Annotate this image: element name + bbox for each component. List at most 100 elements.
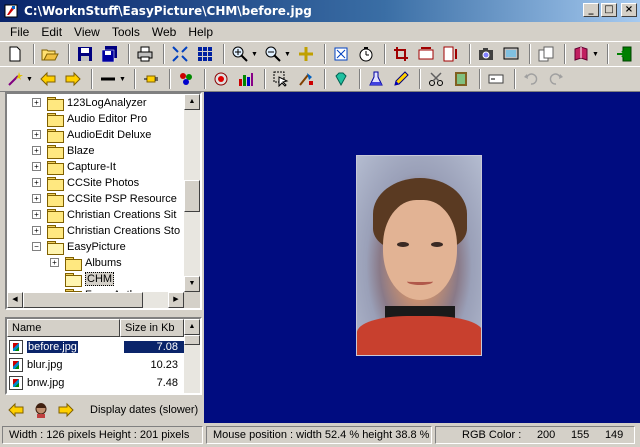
close-button[interactable]: × [621, 3, 637, 17]
help-book-icon[interactable] [570, 43, 592, 65]
copy-icon[interactable] [535, 43, 557, 65]
line-width-dropdown-icon[interactable]: ▼ [119, 76, 127, 83]
scroll-down-icon[interactable]: ▼ [184, 276, 200, 292]
folder-tree[interactable]: +123LogAnalyzer Audio Editor Pro + AudioEdi… [5, 92, 202, 310]
file-row[interactable]: bnw.jpg 7.48 [7, 374, 184, 391]
menu-view[interactable]: View [68, 25, 106, 39]
expand-icon[interactable]: + [32, 146, 41, 155]
file-row[interactable]: blur.jpg 10.23 [7, 356, 184, 373]
app-icon[interactable] [4, 4, 18, 18]
tree-item[interactable]: + CCSite PSP Resource [32, 191, 177, 207]
tree-item[interactable]: CHM [65, 271, 115, 287]
display-dates-toggle[interactable]: Display dates (slower) [90, 404, 198, 416]
scroll-up-icon[interactable]: ▲ [184, 94, 200, 110]
expand-icon[interactable]: + [32, 130, 41, 139]
file-list-scrollbar[interactable]: ▲ [184, 319, 200, 393]
menu-file[interactable]: File [4, 25, 35, 39]
wand-dropdown-icon[interactable]: ▼ [26, 76, 34, 83]
scroll-thumb[interactable] [23, 292, 143, 308]
tree-item[interactable]: + Blaze [32, 143, 95, 159]
tree-horizontal-scrollbar[interactable]: ◀ ▶ [7, 292, 184, 308]
tree-item[interactable]: + Christian Creations Sto [32, 223, 180, 239]
scissors-icon[interactable] [425, 68, 447, 90]
tree-item[interactable]: +123LogAnalyzer [32, 95, 147, 111]
effects-icon[interactable] [175, 68, 197, 90]
tree-vertical-scrollbar[interactable]: ▲ ▼ [184, 94, 200, 292]
zoom-out-dropdown-icon[interactable]: ▼ [284, 51, 292, 58]
zoom-out-icon[interactable] [262, 43, 284, 65]
open-folder-icon[interactable] [39, 43, 61, 65]
menu-web[interactable]: Web [146, 25, 182, 39]
save-all-icon[interactable] [99, 43, 121, 65]
resize-height-icon[interactable] [440, 43, 462, 65]
tree-item[interactable]: + Christian Creations Sit [32, 207, 176, 223]
file-list[interactable]: Name Size in Kb before.jpg 7.08 blur.jpg… [5, 317, 202, 395]
print-icon[interactable] [134, 43, 156, 65]
help-dropdown-icon[interactable]: ▼ [592, 51, 600, 58]
tree-item[interactable]: Audio Editor Pro [47, 111, 147, 127]
expand-icon[interactable]: + [32, 194, 41, 203]
menu-help[interactable]: Help [182, 25, 219, 39]
plug-icon[interactable] [140, 68, 162, 90]
zoom-in-icon[interactable] [229, 43, 251, 65]
next-arrow-icon[interactable] [55, 399, 77, 421]
column-name-header[interactable]: Name [7, 319, 120, 337]
tree-item-label: EasyPicture [67, 241, 126, 253]
tree-item[interactable]: + Albums [50, 255, 122, 271]
previous-arrow-icon[interactable] [5, 399, 27, 421]
new-file-icon[interactable] [4, 43, 26, 65]
slideshow-timer-icon[interactable] [355, 43, 377, 65]
tree-item[interactable]: + AudioEdit Deluxe [32, 127, 151, 143]
select-arrow-icon[interactable] [270, 68, 292, 90]
tree-item[interactable]: + Capture-It [32, 159, 116, 175]
file-row[interactable]: before.jpg 7.08 [7, 338, 184, 355]
thumbnails-grid-icon[interactable] [194, 43, 216, 65]
pencil-icon[interactable] [390, 68, 412, 90]
expand-icon[interactable]: + [32, 98, 41, 107]
undo-icon[interactable] [520, 68, 542, 90]
line-width-icon[interactable] [97, 68, 119, 90]
zoom-in-dropdown-icon[interactable]: ▼ [251, 51, 259, 58]
forward-arrow-icon[interactable] [62, 68, 84, 90]
tree-item[interactable]: + CCSite Photos [32, 175, 139, 191]
resize-width-icon[interactable] [415, 43, 437, 65]
scroll-thumb[interactable] [184, 335, 200, 345]
save-icon[interactable] [74, 43, 96, 65]
flask-icon[interactable] [365, 68, 387, 90]
screen-capture-icon[interactable] [500, 43, 522, 65]
magic-wand-icon[interactable] [4, 68, 26, 90]
scroll-thumb[interactable] [184, 180, 200, 212]
back-arrow-icon[interactable] [37, 68, 59, 90]
maximize-button[interactable]: □ [601, 3, 617, 17]
diamond-icon[interactable] [330, 68, 352, 90]
fullscreen-icon[interactable] [330, 43, 352, 65]
crop-icon[interactable] [390, 43, 412, 65]
menu-edit[interactable]: Edit [35, 25, 68, 39]
paint-brush-icon[interactable] [295, 68, 317, 90]
expand-icon[interactable]: + [32, 210, 41, 219]
person-icon[interactable] [30, 399, 52, 421]
expand-icon[interactable]: + [32, 178, 41, 187]
collapse-icon[interactable]: − [32, 242, 41, 251]
camera-icon[interactable] [475, 43, 497, 65]
file-list-header: Name Size in Kb [7, 319, 184, 337]
menu-tools[interactable]: Tools [106, 25, 146, 39]
scroll-up-icon[interactable]: ▲ [184, 319, 200, 335]
color-balance-icon[interactable] [235, 68, 257, 90]
expand-icon[interactable]: + [50, 258, 59, 267]
column-size-header[interactable]: Size in Kb [120, 319, 184, 337]
minimize-button[interactable]: _ [583, 3, 599, 17]
redo-icon[interactable] [545, 68, 567, 90]
expand-icon[interactable]: + [32, 226, 41, 235]
text-tool-icon[interactable] [485, 68, 507, 90]
fit-window-icon[interactable] [169, 43, 191, 65]
image-viewer[interactable] [204, 92, 640, 423]
scroll-left-icon[interactable]: ◀ [7, 292, 23, 308]
crosshair-icon[interactable] [295, 43, 317, 65]
tree-item[interactable]: − EasyPicture [32, 239, 126, 255]
frame-icon[interactable] [450, 68, 472, 90]
exit-icon[interactable] [613, 43, 635, 65]
expand-icon[interactable]: + [32, 162, 41, 171]
scroll-right-icon[interactable]: ▶ [168, 292, 184, 308]
red-eye-icon[interactable] [210, 68, 232, 90]
